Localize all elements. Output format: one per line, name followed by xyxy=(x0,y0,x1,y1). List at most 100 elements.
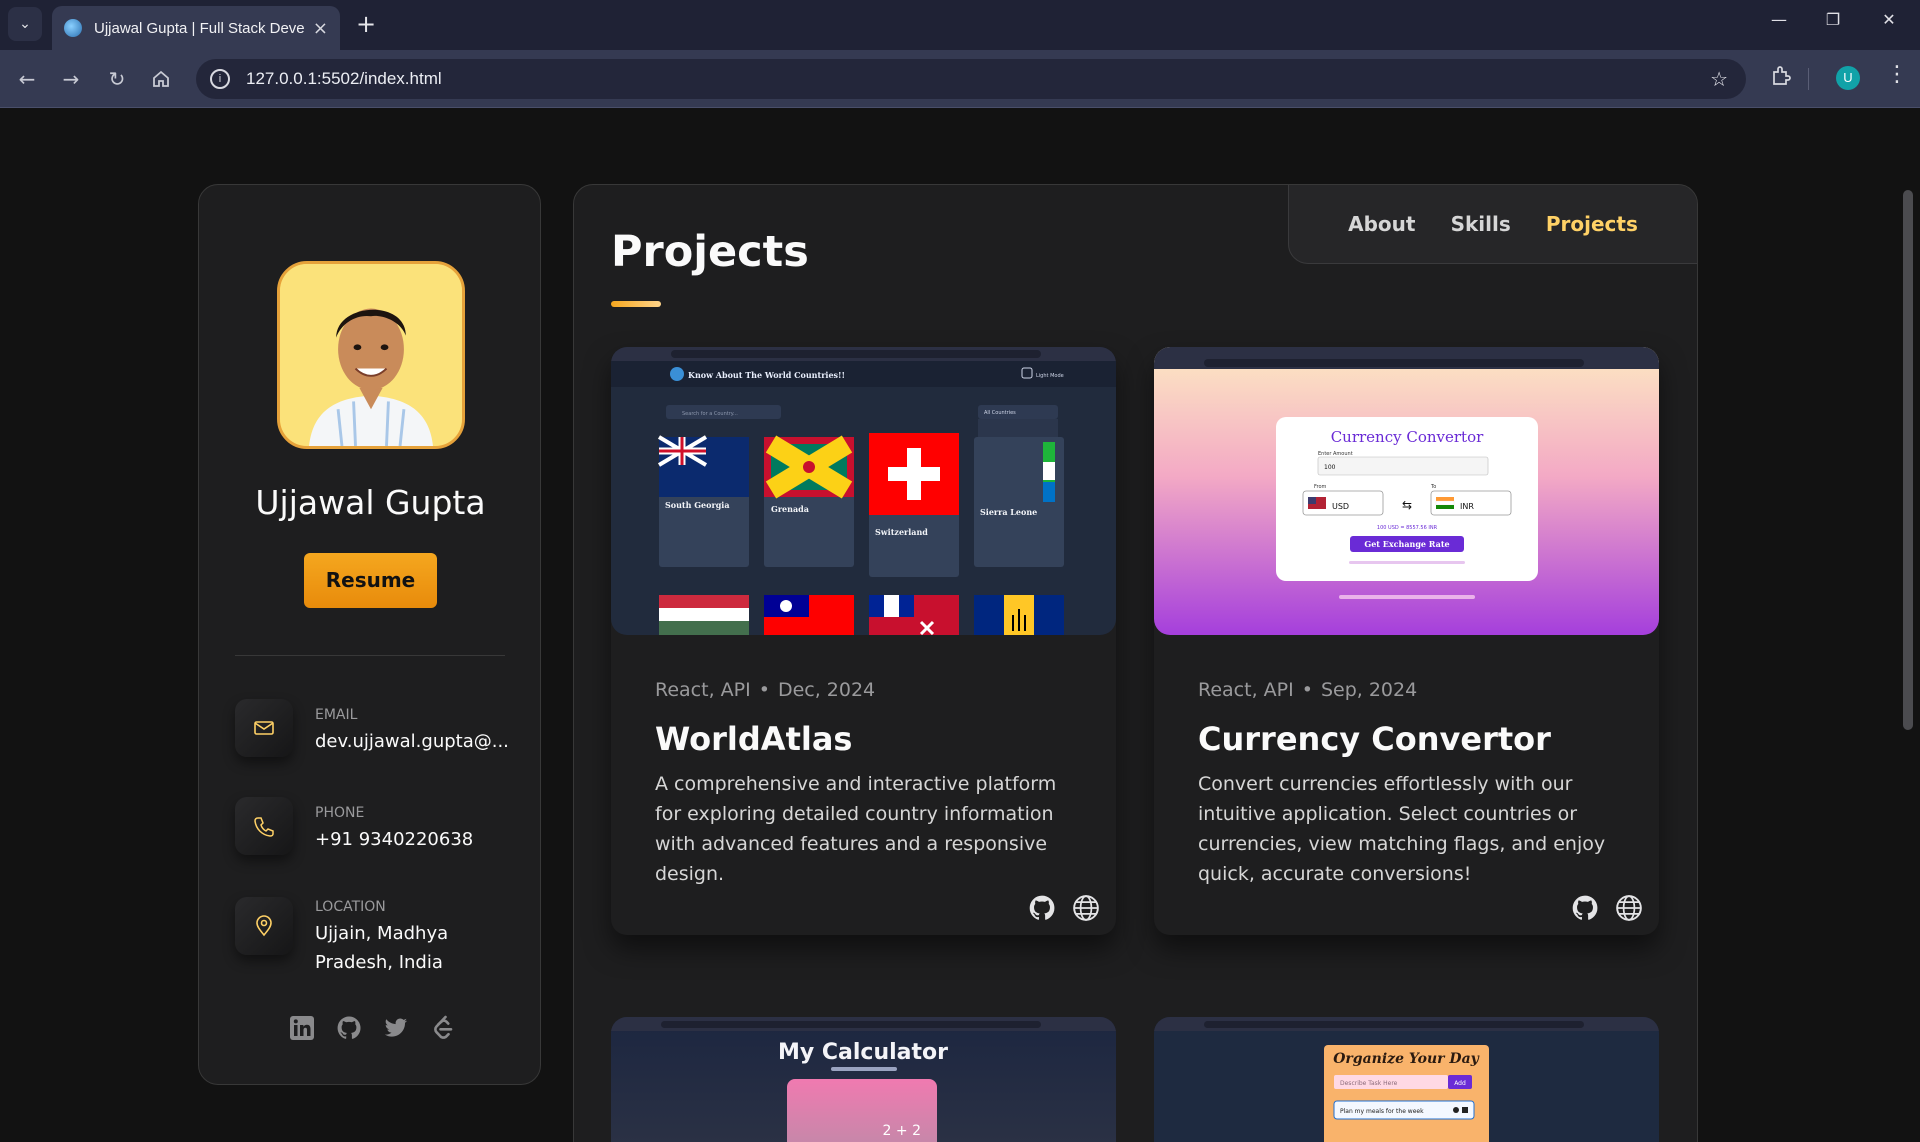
contact-phone: Phone +91 9340220638 xyxy=(235,797,515,855)
profile-sidebar: Ujjawal Gupta Resume Email dev.ujjawal.g… xyxy=(198,184,541,1085)
todo-task-text: Plan my meals for the week xyxy=(1340,1108,1424,1115)
currency-to-value: INR xyxy=(1460,502,1474,511)
project-card-worldatlas[interactable]: Know About The World Countries!! Light M… xyxy=(611,347,1116,935)
todo-add-text: Add xyxy=(1454,1080,1466,1087)
project-links xyxy=(1571,894,1643,922)
currency-heading-text: Currency Convertor xyxy=(1331,428,1484,446)
project-tags: React, API xyxy=(655,679,751,701)
project-description: A comprehensive and interactive platform… xyxy=(655,773,1057,885)
nav-projects[interactable]: Projects xyxy=(1546,212,1638,236)
svg-text:⇆: ⇆ xyxy=(1402,498,1412,512)
worldatlas-filter-text: All Countries xyxy=(984,410,1016,416)
tab-search-button[interactable]: ⌄ xyxy=(8,7,42,41)
calculator-display-text: 2 + 2 xyxy=(883,1123,921,1139)
globe-icon[interactable] xyxy=(1615,894,1643,922)
leetcode-icon[interactable] xyxy=(430,1015,456,1041)
new-tab-button[interactable]: + xyxy=(352,10,380,38)
worldatlas-country-name: Switzerland xyxy=(875,527,928,537)
linkedin-icon[interactable] xyxy=(289,1015,315,1041)
globe-favicon-icon xyxy=(64,19,82,37)
home-icon[interactable] xyxy=(146,64,176,94)
title-underline xyxy=(611,301,661,307)
project-links xyxy=(1028,894,1100,922)
back-arrow-icon[interactable]: ← xyxy=(12,64,42,94)
address-bar: ← → ↻ i 127.0.0.1:5502/index.html ☆ U ⋮ xyxy=(0,50,1920,108)
toolbar-separator xyxy=(1808,68,1809,90)
location-text: Ujjain, Madhya Pradesh, India xyxy=(315,923,449,973)
project-screenshot: Currency Convertor Enter Amount 100 From… xyxy=(1154,347,1659,635)
forward-arrow-icon[interactable]: → xyxy=(56,64,86,94)
project-card-calculator[interactable]: My Calculator 2 + 2 xyxy=(611,1017,1116,1142)
nav-about[interactable]: About xyxy=(1348,212,1415,236)
twitter-icon[interactable] xyxy=(383,1015,409,1041)
email-link[interactable]: dev.ujjawal.gupta@... xyxy=(315,727,509,756)
currency-to-label: To xyxy=(1430,484,1436,490)
worldatlas-country-name: Sierra Leone xyxy=(980,507,1037,517)
currency-button-text: Get Exchange Rate xyxy=(1364,539,1449,549)
calculator-heading-text: My Calculator xyxy=(778,1040,948,1065)
bookmark-star-icon[interactable]: ☆ xyxy=(1710,67,1728,91)
project-card-currency-convertor[interactable]: Currency Convertor Enter Amount 100 From… xyxy=(1154,347,1659,935)
reload-icon[interactable]: ↻ xyxy=(102,64,132,94)
social-links xyxy=(289,1015,456,1041)
project-tags: React, API xyxy=(1198,679,1294,701)
close-window-icon[interactable]: ✕ xyxy=(1874,10,1904,29)
currency-amount-value: 100 xyxy=(1324,464,1336,471)
browser-menu-icon[interactable]: ⋮ xyxy=(1886,62,1908,87)
omnibox[interactable]: i 127.0.0.1:5502/index.html ☆ xyxy=(196,59,1746,99)
contact-location: Location Ujjain, Madhya Pradesh, India xyxy=(235,891,515,977)
currency-from-label: From xyxy=(1314,484,1327,490)
project-meta: React, API • Sep, 2024 xyxy=(1198,679,1418,701)
restore-icon[interactable]: ❐ xyxy=(1818,10,1848,29)
contact-label: Email xyxy=(315,707,358,723)
worldatlas-header-text: Know About The World Countries!! xyxy=(688,370,845,380)
phone-link[interactable]: +91 9340220638 xyxy=(315,825,473,854)
github-icon[interactable] xyxy=(336,1015,362,1041)
worldatlas-mode-text: Light Mode xyxy=(1036,373,1064,379)
page-title: Projects xyxy=(611,227,809,277)
project-date: Sep, 2024 xyxy=(1320,679,1418,701)
currency-from-value: USD xyxy=(1332,502,1349,511)
github-icon[interactable] xyxy=(1571,894,1599,922)
todo-input-placeholder: Describe Task Here xyxy=(1340,1080,1398,1087)
phone-icon xyxy=(235,797,293,855)
todo-heading-text: Organize Your Day xyxy=(1333,1051,1479,1067)
project-card-todo[interactable]: Organize Your Day Describe Task Here Add… xyxy=(1154,1017,1659,1142)
resume-button[interactable]: Resume xyxy=(304,553,437,608)
nav-skills[interactable]: Skills xyxy=(1451,212,1511,236)
project-description: Convert currencies effortlessly with our… xyxy=(1198,773,1606,885)
site-info-icon[interactable]: i xyxy=(210,69,230,89)
worldatlas-search-text: Search for a Country... xyxy=(682,411,738,417)
profile-name: Ujjawal Gupta xyxy=(255,483,486,522)
browser-tab-bar: ⌄ Ujjawal Gupta | Full Stack Devel × + —… xyxy=(0,0,1920,50)
tab-title: Ujjawal Gupta | Full Stack Devel xyxy=(94,19,304,37)
minimize-icon[interactable]: — xyxy=(1764,10,1794,29)
currency-amount-label: Enter Amount xyxy=(1318,451,1353,457)
mail-icon xyxy=(235,699,293,757)
location-pin-icon xyxy=(235,897,293,955)
close-tab-icon[interactable]: × xyxy=(313,18,328,39)
main-navbar: About Skills Projects xyxy=(1288,185,1697,264)
chevron-down-icon: ⌄ xyxy=(19,16,31,32)
project-title: WorldAtlas xyxy=(655,720,853,758)
url-text[interactable]: 127.0.0.1:5502/index.html xyxy=(246,69,442,89)
sidebar-divider xyxy=(235,655,505,656)
contact-email: Email dev.ujjawal.gupta@... xyxy=(235,699,515,757)
contact-label: Phone xyxy=(315,805,365,821)
github-icon[interactable] xyxy=(1028,894,1056,922)
contact-label: Location xyxy=(315,899,386,915)
profile-avatar[interactable]: U xyxy=(1836,66,1860,90)
page-scrollbar[interactable] xyxy=(1903,190,1913,730)
project-screenshot: Know About The World Countries!! Light M… xyxy=(611,347,1116,635)
project-title: Currency Convertor xyxy=(1198,720,1551,758)
worldatlas-country-name: South Georgia xyxy=(665,500,730,510)
browser-tab[interactable]: Ujjawal Gupta | Full Stack Devel × xyxy=(52,6,340,50)
project-meta: React, API • Dec, 2024 xyxy=(655,679,876,701)
worldatlas-country-name: Grenada xyxy=(771,504,809,514)
projects-article: About Skills Projects Projects Know Abou… xyxy=(573,184,1698,1142)
currency-result-text: 100 USD = 8557.56 INR xyxy=(1377,525,1438,531)
project-date: Dec, 2024 xyxy=(777,679,876,701)
globe-icon[interactable] xyxy=(1072,894,1100,922)
extensions-icon[interactable] xyxy=(1770,65,1792,93)
profile-photo xyxy=(277,261,465,449)
